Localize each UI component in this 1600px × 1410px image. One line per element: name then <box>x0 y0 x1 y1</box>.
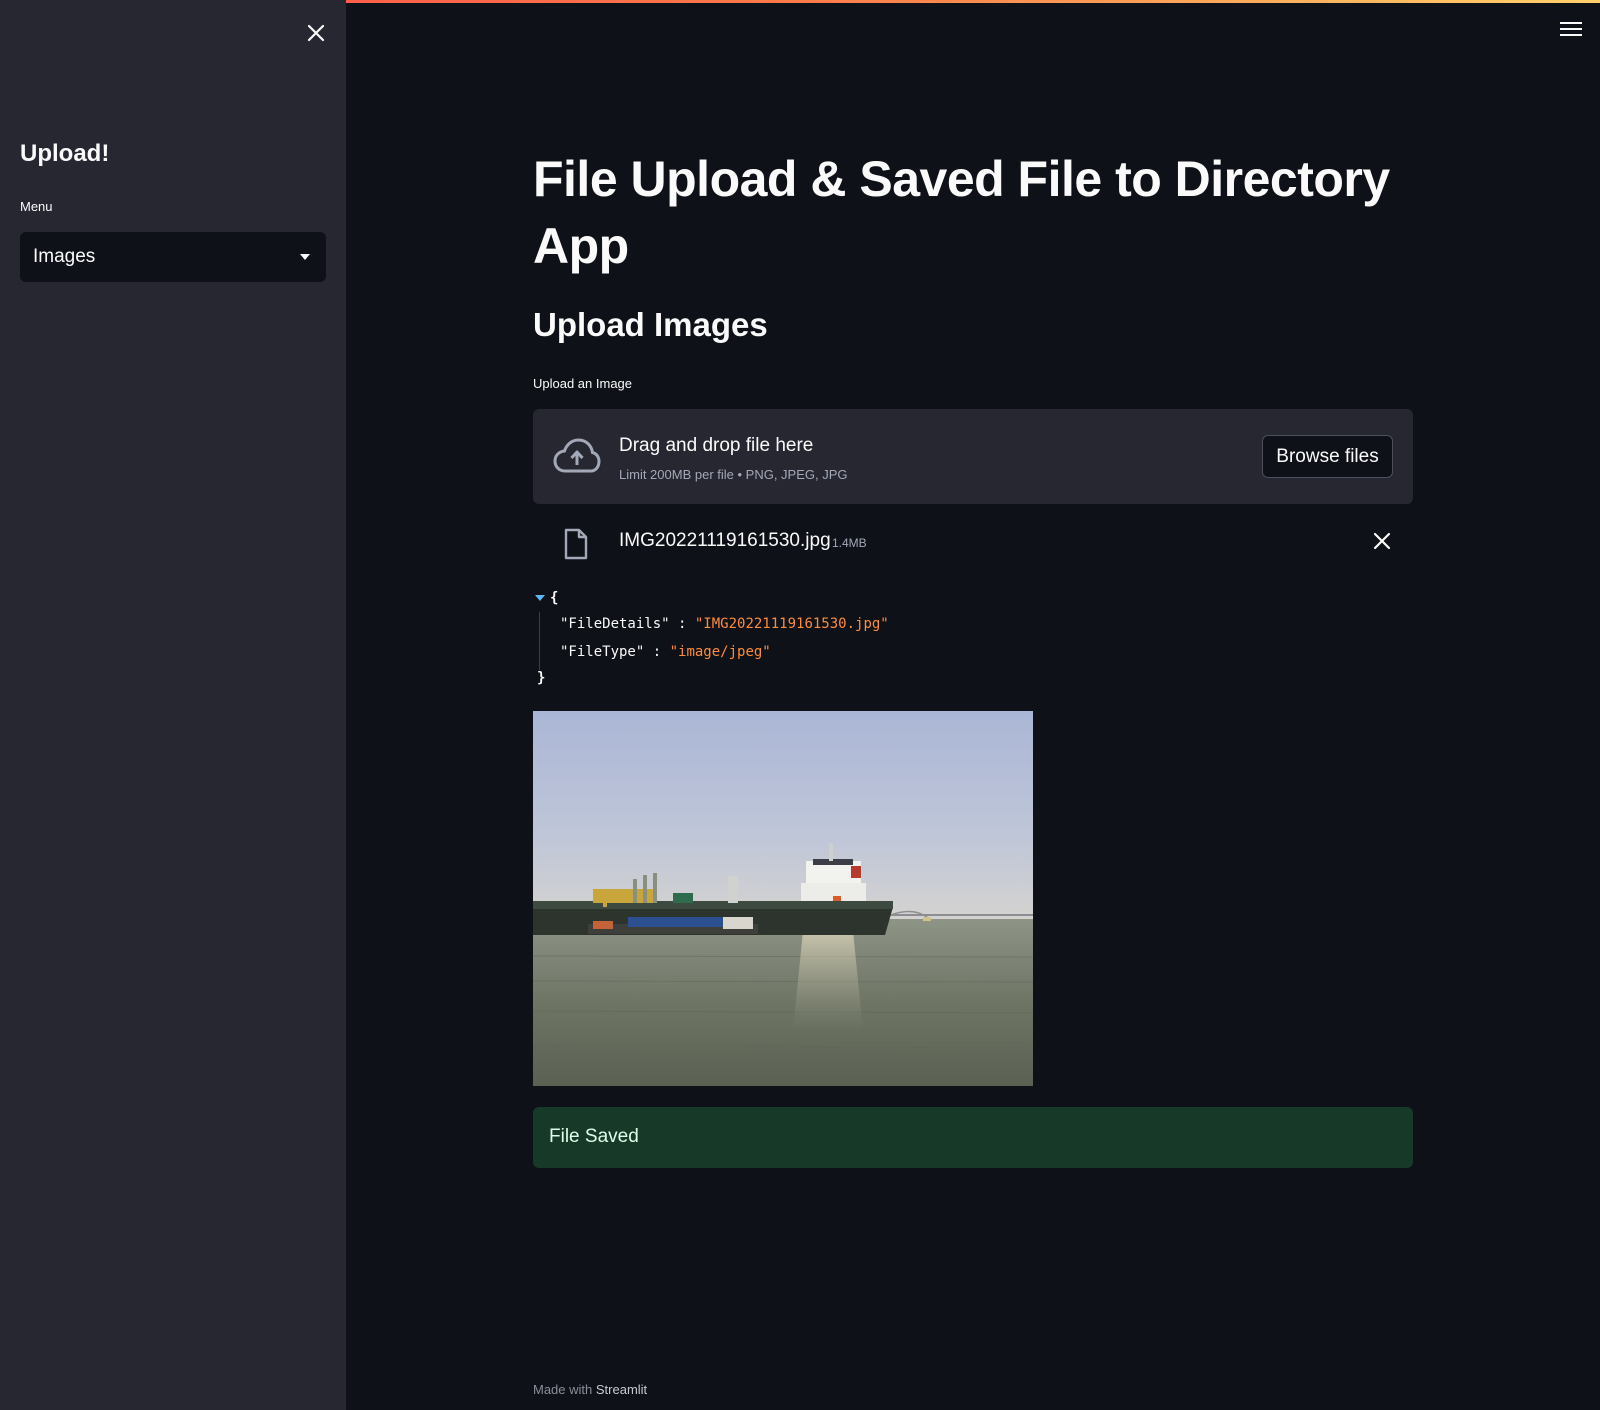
success-message: File Saved <box>549 1126 639 1147</box>
success-alert: File Saved <box>533 1107 1413 1168</box>
close-icon[interactable] <box>303 20 329 46</box>
uploaded-file-name: IMG20221119161530.jpg <box>619 530 831 551</box>
uploaded-file-item: IMG20221119161530.jpg 1.4MB <box>533 520 1413 562</box>
dropzone-limit-text: Limit 200MB per file • PNG, JPEG, JPG <box>619 467 848 482</box>
streamlit-link[interactable]: Streamlit <box>596 1382 647 1397</box>
close-icon[interactable] <box>1371 530 1393 552</box>
sidebar-title: Upload! <box>20 140 110 167</box>
json-value: "IMG20221119161530.jpg" <box>694 616 889 632</box>
chevron-down-icon <box>300 254 310 260</box>
browse-files-button[interactable]: Browse files <box>1262 435 1393 478</box>
menu-label: Menu <box>20 199 53 214</box>
json-row: "FileDetails" : "IMG20221119161530.jpg" <box>560 616 889 632</box>
page-title: File Upload & Saved File to Directory Ap… <box>533 151 1390 274</box>
collapse-toggle-icon[interactable] <box>535 595 545 601</box>
json-open-brace: { <box>550 590 559 606</box>
footer-prefix: Made with <box>533 1382 593 1397</box>
menu-selected-value: Images <box>33 246 96 267</box>
uploaded-file-size: 1.4MB <box>832 536 867 550</box>
file-dropzone[interactable]: Drag and drop file here Limit 200MB per … <box>533 409 1413 504</box>
cloud-upload-icon <box>553 438 601 473</box>
json-row: "FileType" : "image/jpeg" <box>560 644 771 660</box>
json-value: "image/jpeg" <box>669 644 771 660</box>
menu-select[interactable]: Images <box>20 232 326 282</box>
uploader-label: Upload an Image <box>533 376 633 391</box>
uploaded-image-preview <box>533 711 1033 1086</box>
sidebar: Upload! Menu Images <box>0 0 346 1410</box>
json-key: "FileDetails" <box>560 616 670 632</box>
section-subheader: Upload Images <box>533 306 768 343</box>
json-indent-guide <box>539 612 540 670</box>
hamburger-menu-icon[interactable] <box>1560 22 1582 40</box>
json-key: "FileType" <box>560 644 645 660</box>
json-close-brace: } <box>537 670 546 686</box>
file-icon <box>564 528 588 560</box>
footer: Made with Streamlit <box>533 1382 647 1397</box>
dropzone-instruction: Drag and drop file here <box>619 435 814 456</box>
